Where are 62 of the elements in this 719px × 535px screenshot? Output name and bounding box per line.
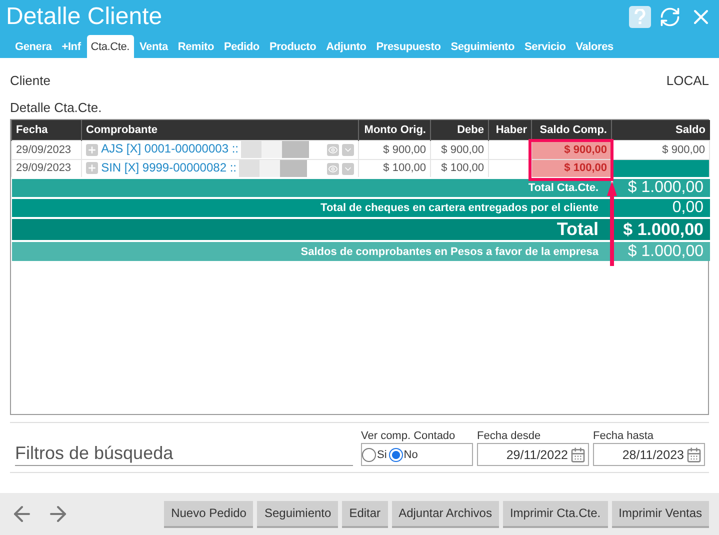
radio-option[interactable]: No	[388, 448, 418, 462]
tab[interactable]: Producto	[265, 36, 320, 58]
help-icon	[633, 8, 647, 24]
summary-label: Total	[12, 218, 612, 241]
action-button[interactable]: Imprimir Ventas	[612, 500, 709, 528]
date-field[interactable]: 29/11/2022	[477, 443, 589, 466]
tab[interactable]: Seguimiento	[446, 36, 519, 58]
expand-icon[interactable]	[86, 162, 98, 174]
tab[interactable]: Adjunto	[322, 36, 370, 58]
help-button[interactable]	[629, 6, 651, 28]
expand-icon[interactable]	[86, 144, 98, 156]
column-header: Saldo Comp.	[532, 120, 612, 140]
column-header: Monto Orig.	[358, 120, 430, 140]
amount-cell: $ 900,00	[358, 140, 430, 159]
calendar-icon	[686, 446, 702, 462]
date-field[interactable]: 28/11/2023	[593, 443, 705, 466]
action-button[interactable]: Adjuntar Archivos	[392, 500, 499, 528]
summary-value: 0,00	[612, 198, 710, 218]
tab[interactable]: Valores	[572, 36, 618, 58]
tab[interactable]: Pedido	[220, 36, 264, 58]
tab[interactable]: Genera	[11, 36, 56, 58]
dropdown-icon[interactable]	[342, 144, 354, 156]
column-header: Saldo	[612, 120, 710, 140]
field-label: Fecha desde	[477, 430, 542, 442]
tab[interactable]: Venta	[136, 36, 172, 58]
summary-value: $ 1.000,00	[612, 218, 710, 241]
tab[interactable]: Remito	[174, 36, 218, 58]
credit-cell	[488, 140, 532, 159]
column-header: Fecha	[12, 120, 82, 140]
redacted-block	[240, 141, 308, 158]
column-header: Debe	[430, 120, 488, 140]
redacted-block	[238, 160, 306, 177]
summary-label: Saldos de comprobantes en Pesos a favor de la empresa	[12, 241, 612, 261]
eye-icon[interactable]	[327, 144, 339, 156]
calendar-icon	[570, 446, 586, 462]
summary-label: Total Cta.Cte.	[12, 178, 612, 198]
summary-value: $ 1.000,00	[612, 178, 710, 198]
action-button[interactable]: Imprimir Cta.Cte.	[502, 500, 608, 528]
filter-title: Filtros de búsqueda	[15, 443, 353, 466]
tab[interactable]: Servicio	[520, 36, 570, 58]
debit-cell: $ 900,00	[430, 140, 488, 159]
column-header: Haber	[488, 120, 532, 140]
dropdown-icon[interactable]	[342, 162, 354, 175]
action-button[interactable]: Seguimiento	[257, 500, 338, 528]
refresh-icon[interactable]	[659, 6, 681, 28]
date-cell: 29/09/2023	[12, 140, 82, 159]
balance-cell: $ 900,00	[612, 140, 710, 159]
column-header: Comprobante	[82, 120, 358, 140]
field-label: Ver comp. Contado	[361, 430, 456, 442]
window-title: Detalle Cliente	[6, 2, 164, 30]
field-label: Fecha hasta	[593, 430, 655, 442]
section-title: Detalle Cta.Cte.	[10, 100, 103, 115]
client-value: LOCAL	[666, 73, 709, 88]
summary-label: Total de cheques en cartera entregados por el cliente	[12, 198, 612, 218]
action-button[interactable]: Editar	[342, 500, 388, 528]
summary-value: $ 1.000,00	[612, 241, 710, 261]
client-label: Cliente	[10, 73, 50, 88]
action-button[interactable]: Nuevo Pedido	[164, 500, 254, 528]
tab[interactable]: Presupuesto	[372, 36, 445, 58]
eye-icon[interactable]	[327, 162, 339, 175]
tab[interactable]: Cta.Cte.	[86, 35, 134, 58]
tab[interactable]: +Inf	[58, 36, 85, 58]
